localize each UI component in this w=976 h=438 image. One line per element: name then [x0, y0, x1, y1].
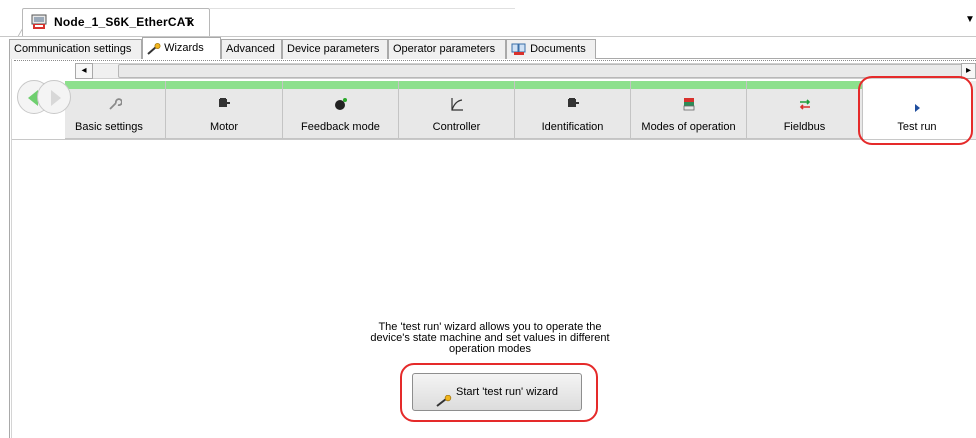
tab-advanced[interactable]: Advanced: [221, 39, 282, 59]
test-run-highlight: [858, 76, 973, 145]
documents-icon: [511, 43, 527, 56]
panel-dotted-separator: [14, 60, 976, 61]
step-modes-of-operation[interactable]: Modes of operation: [631, 81, 747, 139]
step-label: Identification: [541, 121, 604, 133]
tab-label: Advanced: [226, 43, 275, 55]
document-tab-title: Node_1_S6K_EtherCAT: [54, 15, 193, 29]
tab-strip-divider: [210, 8, 515, 9]
step-progress-bar: [631, 81, 746, 89]
forward-arrow-icon: [51, 90, 61, 106]
motor-icon: [166, 97, 282, 111]
step-identification[interactable]: Identification: [515, 81, 631, 139]
step-label: Basic settings: [75, 121, 143, 133]
step-progress-bar: [283, 81, 398, 89]
panel-border: [9, 59, 10, 438]
fieldbus-icon: [747, 97, 862, 111]
step-label: Feedback mode: [301, 121, 380, 133]
wizard-description: The 'test run' wizard allows you to oper…: [340, 322, 640, 355]
tab-device-parameters[interactable]: Device parameters: [282, 39, 388, 59]
step-label: Fieldbus: [783, 121, 826, 133]
tab-communication-settings[interactable]: Communication settings: [9, 39, 142, 59]
close-icon[interactable]: x: [187, 14, 194, 29]
step-progress-bar: [515, 81, 630, 89]
content-separator: [12, 139, 976, 140]
tab-overflow-icon[interactable]: ▼: [965, 14, 975, 25]
step-label: Motor: [209, 121, 239, 133]
tab-label: Device parameters: [287, 43, 380, 55]
description-line: operation modes: [449, 343, 531, 355]
forward-button[interactable]: [37, 80, 71, 114]
step-controller[interactable]: Controller: [399, 81, 515, 139]
step-label: Modes of operation: [641, 121, 736, 133]
tab-label: Documents: [530, 43, 586, 55]
tab-label: Operator parameters: [393, 43, 496, 55]
step-progress-bar: [166, 81, 282, 89]
tab-label: Communication settings: [14, 43, 132, 55]
wrench-icon: [65, 97, 165, 111]
controller-icon: [399, 97, 514, 111]
step-feedback-mode[interactable]: Feedback mode: [283, 81, 399, 139]
modes-icon: [631, 97, 746, 111]
wand-icon: [147, 42, 161, 55]
feedback-icon: [283, 97, 398, 111]
step-progress-bar: [65, 81, 165, 89]
step-basic-settings[interactable]: Basic settings: [65, 81, 166, 139]
step-progress-bar: [399, 81, 514, 89]
tab-label: Wizards: [164, 42, 204, 54]
tab-documents[interactable]: Documents: [506, 39, 596, 59]
identification-icon: [515, 97, 630, 111]
step-fieldbus[interactable]: Fieldbus: [747, 81, 863, 139]
step-label: Controller: [432, 121, 481, 133]
tab-wizards[interactable]: Wizards: [142, 37, 221, 59]
device-icon: [31, 14, 47, 30]
step-progress-bar: [747, 81, 862, 89]
panel-border-inner: [11, 59, 12, 438]
scroll-left-button[interactable]: ◂: [75, 63, 93, 79]
step-motor[interactable]: Motor: [166, 81, 283, 139]
scroll-thumb[interactable]: [118, 64, 963, 78]
tab-operator-parameters[interactable]: Operator parameters: [388, 39, 506, 59]
start-button-highlight: [400, 363, 598, 422]
